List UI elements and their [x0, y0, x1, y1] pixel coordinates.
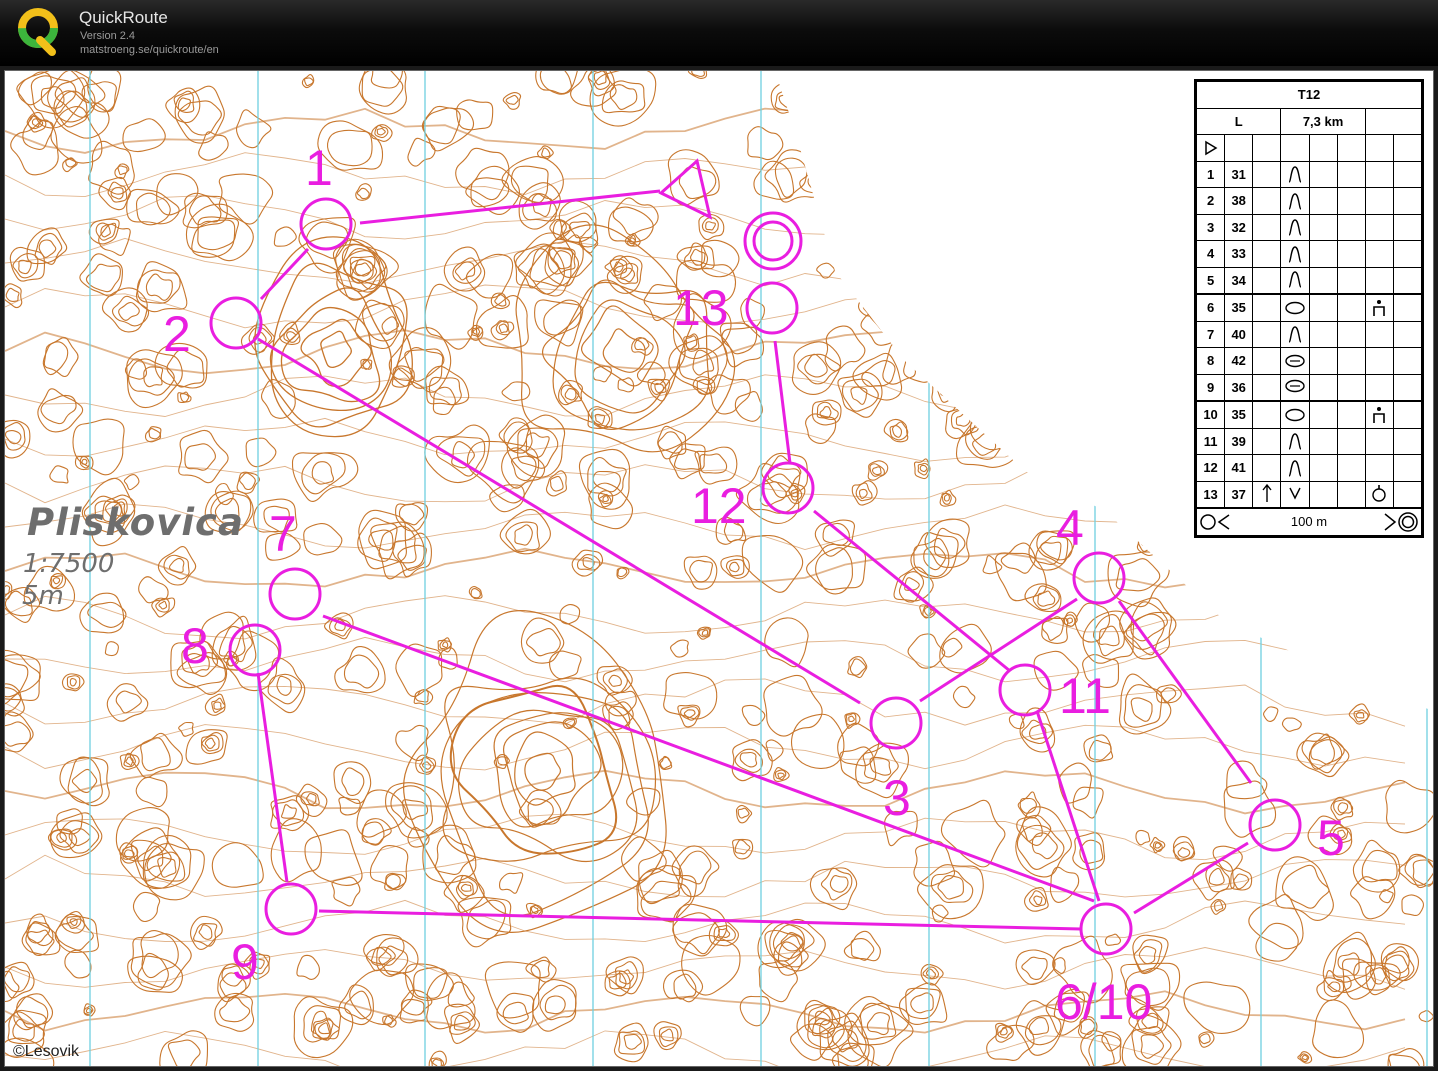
control-code: 36 — [1224, 373, 1254, 402]
control-row: 13 37 — [1195, 480, 1423, 509]
north-arrow-icon — [1252, 480, 1282, 509]
control-row: 1 31 — [1195, 160, 1423, 188]
control-num: 6 — [1195, 293, 1226, 322]
control-row: 6 35 — [1195, 293, 1423, 322]
control-code: 39 — [1224, 427, 1254, 455]
control-num: 8 — [1195, 347, 1226, 375]
control-number-11: 11 — [1059, 668, 1111, 724]
control-code: 40 — [1224, 320, 1254, 348]
v-icon — [1280, 480, 1310, 509]
control-number-12: 12 — [691, 478, 747, 534]
quickroute-q-logo-icon — [18, 8, 58, 56]
hole-icon — [1280, 373, 1310, 402]
control-code: 38 — [1224, 187, 1254, 215]
control-number-6-10: 6/10 — [1055, 974, 1153, 1030]
control-row: 5 34 — [1195, 266, 1423, 295]
map-contour-interval: 5m — [22, 581, 64, 611]
control-num: 3 — [1195, 213, 1226, 241]
finish-row: 100 m — [1196, 507, 1422, 536]
control-code: 34 — [1224, 266, 1254, 295]
control-code: 42 — [1224, 347, 1254, 375]
knoll-icon — [1280, 320, 1310, 348]
depression-icon — [1280, 400, 1310, 429]
depression-icon — [1280, 293, 1310, 322]
control-number-1: 1 — [305, 140, 333, 196]
course-class: L — [1195, 107, 1282, 135]
control-num: 7 — [1195, 320, 1226, 348]
control-number-2: 2 — [163, 306, 191, 362]
control-num: 4 — [1195, 240, 1226, 268]
control-num: 12 — [1195, 454, 1226, 482]
control-row: 7 40 — [1195, 320, 1423, 348]
control-code: 35 — [1224, 400, 1254, 429]
knoll-icon — [1280, 454, 1310, 482]
water-control-icon — [1364, 480, 1394, 509]
knoll-icon — [1280, 160, 1310, 188]
control-num: 2 — [1195, 187, 1226, 215]
start-triangle-icon — [1195, 134, 1226, 162]
knoll-icon — [1280, 427, 1310, 455]
finish-left-icon — [1200, 514, 1230, 530]
control-code: 41 — [1224, 454, 1254, 482]
control-number-3: 3 — [883, 770, 911, 826]
map-view[interactable]: Pliskovica 1:7500 5m ©Lesovik 1 2 3 4 5 … — [4, 70, 1434, 1067]
control-num: 9 — [1195, 373, 1226, 402]
control-num: 13 — [1195, 480, 1226, 509]
control-code: 35 — [1224, 293, 1254, 322]
control-row: 10 35 — [1195, 400, 1423, 429]
course-length: 7,3 km — [1280, 107, 1366, 135]
map-scale: 1:7500 — [23, 549, 115, 579]
control-num: 11 — [1195, 427, 1226, 455]
control-num: 10 — [1195, 400, 1226, 429]
control-number-13: 13 — [673, 280, 729, 336]
app-url[interactable]: matstroeng.se/quickroute/en — [80, 44, 219, 56]
finish-route-icon — [1384, 512, 1418, 532]
control-number-4: 4 — [1056, 500, 1084, 556]
control-number-9: 9 — [231, 934, 259, 990]
control-description-sheet: T12 L 7,3 km 1 31 2 38 3 32 4 33 5 34 6 35 7 40 8 42 9 36… — [1194, 79, 1424, 538]
app-name: QuickRoute — [79, 8, 168, 27]
control-row: 2 38 — [1195, 187, 1423, 215]
control-row: 3 32 — [1195, 213, 1423, 241]
control-num: 5 — [1195, 266, 1226, 295]
app-version: Version 2.4 — [80, 30, 136, 42]
control-row: 11 39 — [1195, 427, 1423, 455]
control-number-7: 7 — [269, 506, 297, 562]
control-num: 1 — [1195, 160, 1226, 188]
manned-control-icon — [1364, 293, 1394, 322]
knoll-icon — [1280, 266, 1310, 295]
knoll-icon — [1280, 213, 1310, 241]
hole-icon — [1280, 347, 1310, 375]
manned-control-icon — [1364, 400, 1394, 429]
control-code: 33 — [1224, 240, 1254, 268]
control-row: 8 42 — [1195, 347, 1423, 375]
knoll-icon — [1280, 240, 1310, 268]
knoll-icon — [1280, 187, 1310, 215]
map-title: Pliskovica — [27, 501, 244, 544]
course-title: T12 — [1196, 81, 1422, 109]
control-code: 31 — [1224, 160, 1254, 188]
control-row: 12 41 — [1195, 454, 1423, 482]
control-number-5: 5 — [1317, 810, 1345, 866]
title-bar: QuickRoute Version 2.4 matstroeng.se/qui… — [0, 0, 1438, 66]
control-code: 32 — [1224, 213, 1254, 241]
control-code: 37 — [1224, 480, 1254, 509]
control-row: 4 33 — [1195, 240, 1423, 268]
map-copyright: ©Lesovik — [13, 1043, 80, 1060]
finish-distance: 100 m — [1290, 514, 1328, 530]
control-number-8: 8 — [181, 618, 209, 674]
control-row: 9 36 — [1195, 373, 1423, 402]
